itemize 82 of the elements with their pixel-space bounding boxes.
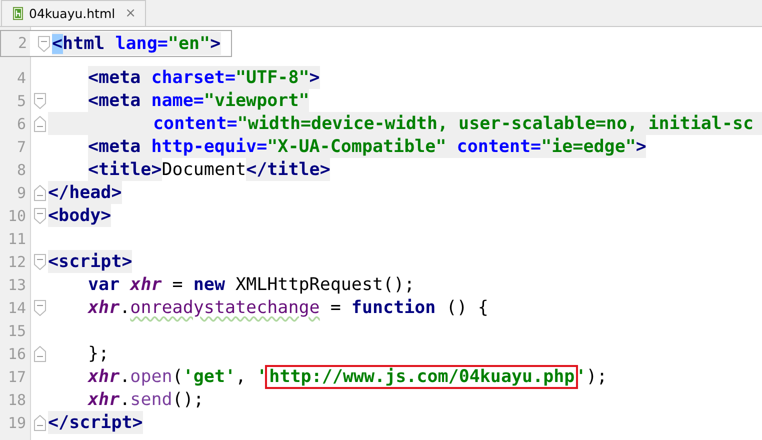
line-number: 6 bbox=[16, 114, 26, 132]
html-tag: html bbox=[62, 34, 116, 54]
line-number: 18 bbox=[6, 390, 26, 408]
collapse-icon[interactable] bbox=[34, 116, 46, 132]
html-tag: <script> bbox=[48, 252, 132, 272]
line-number: 9 bbox=[16, 184, 26, 202]
attribute-name: lang= bbox=[115, 34, 168, 54]
code-text: }; bbox=[88, 344, 110, 364]
close-tab-button[interactable]: × bbox=[125, 6, 136, 21]
string-literal: ' bbox=[256, 366, 268, 386]
code-text: . bbox=[120, 390, 130, 410]
line-number: 8 bbox=[16, 160, 26, 178]
string-literal: "UTF-8" bbox=[236, 68, 310, 88]
html-tag: > bbox=[636, 136, 646, 156]
attribute-name: name= bbox=[151, 90, 204, 110]
line-number: 5 bbox=[16, 92, 26, 110]
string-literal: "ie=edge" bbox=[541, 136, 636, 156]
string-literal: "width=device-width, user-scalable=no, initial-sc bbox=[237, 114, 754, 134]
line-number: 16 bbox=[6, 344, 26, 362]
code-text: XMLHttpRequest(); bbox=[236, 274, 415, 294]
file-tab[interactable]: 04kuayu.html × bbox=[1, 0, 146, 26]
variable: xhr bbox=[88, 298, 120, 318]
matched-bracket: < bbox=[52, 34, 63, 54]
line-number: 19 bbox=[6, 414, 26, 432]
string-literal: 'get' bbox=[182, 366, 236, 386]
html-tag: > bbox=[309, 68, 320, 88]
keyword: new bbox=[193, 274, 226, 294]
highlighted-url: http://www.js.com/04kuayu.php bbox=[267, 366, 576, 386]
line-number: 17 bbox=[6, 368, 26, 386]
code-text: ( bbox=[172, 366, 183, 386]
html-tag: <meta bbox=[88, 136, 152, 156]
code-text: () { bbox=[446, 298, 488, 318]
code-text: . bbox=[120, 366, 130, 386]
code-text: ); bbox=[586, 366, 608, 386]
line-number: 15 bbox=[6, 322, 26, 340]
html-tag: <meta bbox=[88, 90, 152, 110]
attribute-name: http-equiv= bbox=[151, 136, 268, 156]
line-number: 10 bbox=[6, 206, 26, 224]
string-literal: "X-UA-Compatible" bbox=[267, 136, 448, 156]
html-tag: </script> bbox=[48, 412, 143, 432]
line-number: 4 bbox=[16, 68, 26, 86]
collapse-icon[interactable] bbox=[34, 254, 46, 270]
string-literal: ' bbox=[576, 366, 586, 386]
line-number: 12 bbox=[6, 252, 26, 270]
method-name: open bbox=[130, 366, 172, 386]
attribute-name: content= bbox=[456, 136, 542, 156]
collapse-icon[interactable] bbox=[38, 36, 50, 52]
collapse-icon[interactable] bbox=[34, 208, 46, 224]
line-number: 13 bbox=[6, 276, 26, 294]
collapse-icon[interactable] bbox=[34, 346, 46, 362]
html-tag: <title> bbox=[88, 160, 162, 180]
attribute-name: charset= bbox=[151, 68, 236, 88]
variable: xhr bbox=[88, 390, 120, 410]
collapse-icon[interactable] bbox=[34, 414, 46, 430]
html-tag: <body> bbox=[48, 206, 112, 226]
code-text: . bbox=[120, 298, 130, 318]
attribute-name: content= bbox=[153, 114, 238, 134]
html-tag: </title> bbox=[246, 160, 330, 180]
line-number: 7 bbox=[16, 138, 26, 156]
keyword: var bbox=[88, 274, 121, 294]
code-text: Document bbox=[162, 160, 246, 180]
method-name: send bbox=[130, 390, 172, 410]
collapse-icon[interactable] bbox=[34, 92, 46, 108]
code-text: (); bbox=[172, 390, 204, 410]
string-literal: "en" bbox=[168, 34, 210, 54]
variable: xhr bbox=[130, 274, 162, 294]
html-tag: <meta bbox=[88, 68, 152, 88]
code-text: , bbox=[236, 366, 248, 386]
html-file-icon bbox=[13, 7, 23, 20]
code-text: = bbox=[171, 274, 184, 294]
collapse-icon[interactable] bbox=[34, 300, 46, 316]
line-number: 14 bbox=[6, 298, 26, 316]
string-literal: "viewport" bbox=[204, 90, 310, 110]
collapse-icon[interactable] bbox=[34, 184, 46, 200]
html-tag: > bbox=[210, 34, 221, 54]
line-number: 11 bbox=[6, 230, 26, 248]
html-tag: </head> bbox=[48, 182, 122, 202]
variable: xhr bbox=[88, 366, 120, 386]
code-text: = bbox=[329, 298, 342, 318]
line-number: 2 bbox=[1, 31, 30, 56]
keyword: function bbox=[351, 298, 437, 318]
property-name: onreadystatechange bbox=[130, 298, 320, 318]
